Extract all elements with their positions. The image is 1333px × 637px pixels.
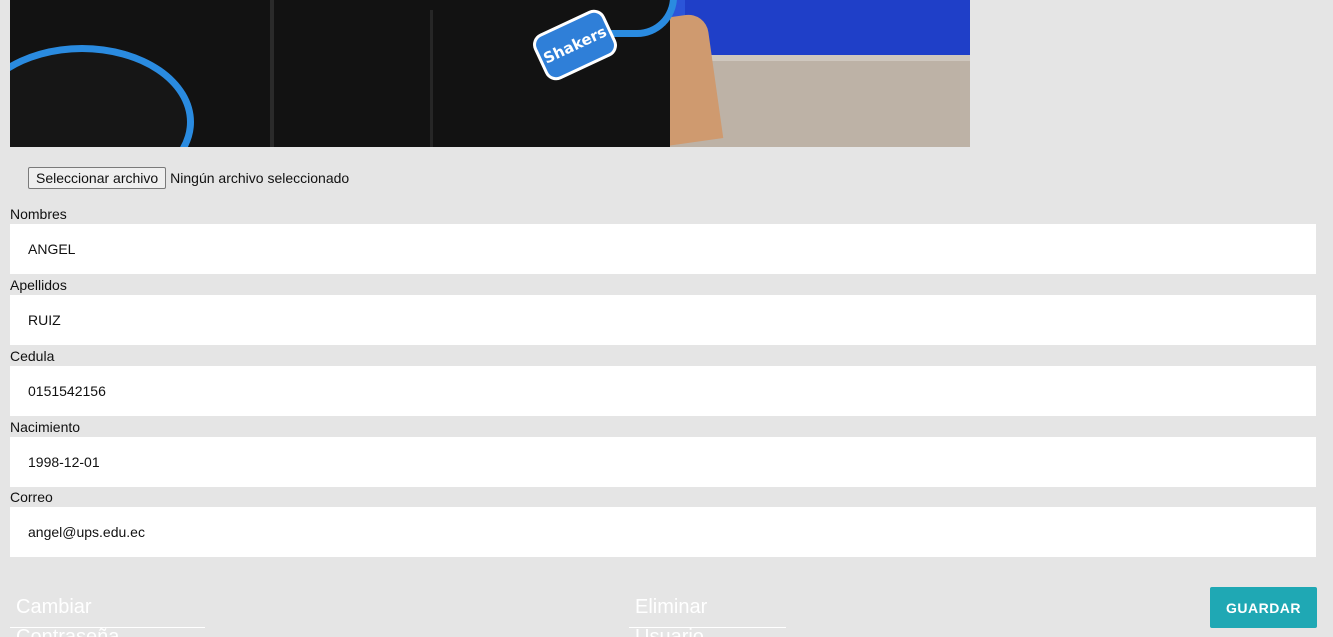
delete-user-button[interactable]: Eliminar Usuario (629, 592, 786, 637)
profile-photo: Shakers (10, 0, 970, 147)
shirt-logo-badge: Shakers (529, 5, 621, 85)
apellidos-label: Apellidos (10, 277, 67, 293)
nacimiento-input[interactable] (10, 437, 1316, 487)
photo-shirt-fold (270, 0, 274, 147)
file-status-text: Ningún archivo seleccionado (170, 170, 350, 186)
edit-profile-page: Shakers Seleccionar archivo Ningún archi… (0, 0, 1333, 637)
change-password-button[interactable]: Cambiar Contraseña (10, 592, 205, 637)
photo-shirt-fold (430, 10, 433, 147)
correo-input[interactable] (10, 507, 1316, 557)
nombres-label: Nombres (10, 206, 67, 222)
shirt-logo: Shakers (529, 5, 621, 85)
photo-floor-stripe (670, 55, 970, 61)
nombres-input[interactable] (10, 224, 1316, 274)
cedula-input[interactable] (10, 366, 1316, 416)
nacimiento-label: Nacimiento (10, 419, 81, 435)
apellidos-input[interactable] (10, 295, 1316, 345)
correo-label: Correo (10, 489, 53, 505)
cedula-label: Cedula (10, 348, 55, 364)
photo-background-wall (665, 0, 970, 55)
select-file-button[interactable]: Seleccionar archivo (28, 167, 167, 189)
save-button[interactable]: GUARDAR (1210, 587, 1317, 628)
file-picker: Seleccionar archivo Ningún archivo selec… (28, 167, 349, 189)
